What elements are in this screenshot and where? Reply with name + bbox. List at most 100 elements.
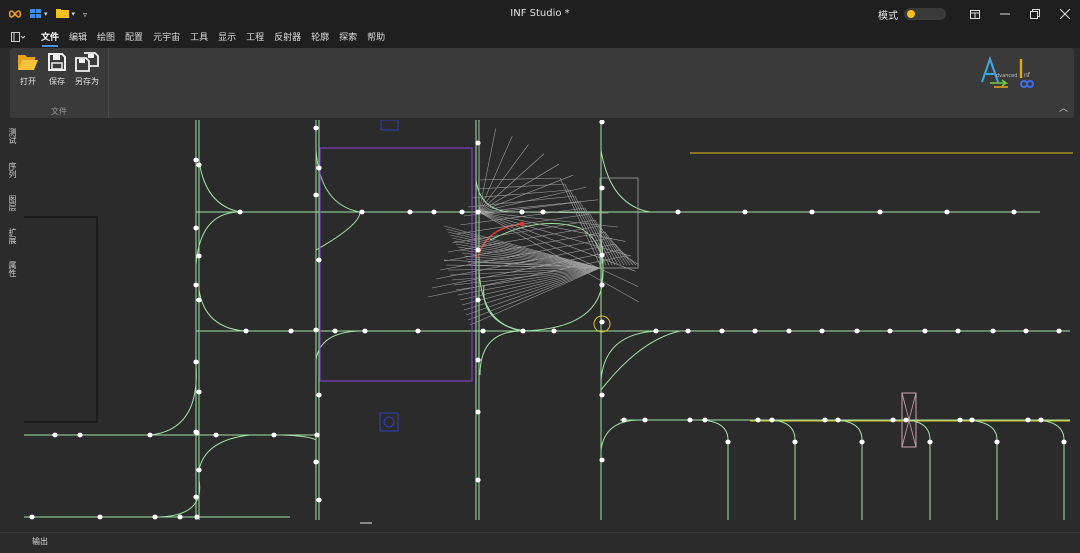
track-node: [621, 417, 627, 423]
track-node: [809, 209, 815, 215]
close-button[interactable]: [1050, 0, 1080, 28]
menu-tools[interactable]: 工具: [185, 28, 213, 48]
drawing-canvas[interactable]: [22, 120, 1080, 532]
track-node: [359, 209, 365, 215]
mode-toggle[interactable]: [904, 8, 946, 20]
open-button[interactable]: 打开: [13, 52, 43, 87]
menu-reflector[interactable]: 反射器: [269, 28, 306, 48]
track-node: [243, 328, 249, 334]
menu-edit[interactable]: 编辑: [64, 28, 92, 48]
menu-config[interactable]: 配置: [120, 28, 148, 48]
track-curve: [483, 223, 604, 332]
track-node: [944, 209, 950, 215]
track-node: [822, 417, 828, 423]
menu-file[interactable]: 文件: [36, 28, 64, 48]
track-node: [271, 432, 277, 438]
track-node: [859, 439, 865, 445]
track-node: [194, 514, 200, 520]
track-layout[interactable]: [22, 120, 1080, 532]
menu-metaverse[interactable]: 元宇宙: [148, 28, 185, 48]
open-button-label: 打开: [20, 77, 36, 86]
track-node: [599, 392, 605, 398]
menu-project[interactable]: 工程: [241, 28, 269, 48]
fan-line: [478, 135, 513, 213]
route-node: [519, 221, 525, 227]
fan-frame: [599, 177, 639, 269]
titlebar-left: ▾ ▾ ▿: [0, 9, 87, 19]
fan-line: [475, 183, 566, 190]
track-node: [1011, 209, 1017, 215]
track-curve: [315, 330, 361, 361]
track-node: [854, 328, 860, 334]
menu-help[interactable]: 帮助: [362, 28, 390, 48]
dropdown-icon[interactable]: ▿: [83, 10, 87, 19]
track-node: [431, 209, 437, 215]
fan-line: [463, 267, 601, 311]
track-node: [316, 257, 322, 263]
track-node: [599, 185, 605, 191]
menu-contour[interactable]: 轮廓: [306, 28, 334, 48]
save-icon: [48, 53, 66, 71]
track-curve: [834, 419, 863, 441]
save-as-button-label: 另存为: [75, 77, 99, 86]
track-curve: [149, 364, 197, 436]
track-node: [599, 282, 605, 288]
fan-line: [459, 267, 601, 301]
menu-explore[interactable]: 探索: [334, 28, 362, 48]
restore-button[interactable]: [1020, 0, 1050, 28]
track-node: [288, 328, 294, 334]
track-curve: [769, 419, 796, 441]
fan-line: [478, 144, 529, 213]
track-node: [313, 125, 319, 131]
menu-display[interactable]: 显示: [213, 28, 241, 48]
track-node: [653, 328, 659, 334]
track-curve: [600, 419, 641, 451]
track-curve: [198, 289, 246, 332]
side-tab-properties[interactable]: 属性: [4, 261, 18, 277]
track-node: [1038, 417, 1044, 423]
save-button[interactable]: 保存: [42, 52, 72, 87]
track-curve: [600, 330, 681, 391]
save-as-button[interactable]: 另存为: [72, 52, 102, 87]
track-node: [752, 328, 758, 334]
track-node: [480, 328, 486, 334]
track-node: [719, 328, 725, 334]
titlebar: ▾ ▾ ▿ INF Studio * 模式: [0, 0, 1080, 28]
side-tab-sequence[interactable]: 序列: [4, 162, 18, 178]
app-menu-icon[interactable]: [0, 31, 36, 45]
track-node: [194, 430, 200, 436]
grid-icon[interactable]: ▾: [30, 9, 48, 19]
collapse-ribbon-icon[interactable]: ︿: [1059, 101, 1068, 114]
track-node: [1061, 439, 1067, 445]
track-node: [927, 439, 933, 445]
track-curve: [195, 211, 241, 266]
mode-label: 模式: [878, 10, 898, 22]
track-node: [313, 459, 319, 465]
infinity-icon[interactable]: [8, 9, 22, 19]
track-node: [835, 417, 841, 423]
track-node: [415, 328, 421, 334]
track-node: [887, 328, 893, 334]
track-node: [877, 209, 883, 215]
track-node: [599, 457, 605, 463]
track-node: [551, 328, 557, 334]
app-logo: dvanced nf: [981, 56, 1034, 88]
track-node: [599, 120, 605, 125]
output-label[interactable]: 输出: [32, 536, 48, 547]
menu-draw[interactable]: 绘图: [92, 28, 120, 48]
minimize-button[interactable]: [990, 0, 1020, 28]
track-node: [755, 417, 761, 423]
side-tab-layers[interactable]: 图层: [4, 195, 18, 211]
chevron-down-icon: ▾: [71, 10, 76, 18]
track-curve: [964, 419, 998, 441]
track-node: [316, 497, 322, 503]
track-node: [475, 357, 481, 363]
side-tab-test[interactable]: 测试: [4, 128, 18, 144]
folder-icon[interactable]: ▾: [55, 9, 76, 19]
layout-icon[interactable]: [960, 0, 990, 28]
save-as-icon: [75, 52, 99, 72]
track-node: [955, 328, 961, 334]
track-node: [193, 157, 199, 163]
menubar: 文件 编辑 绘图 配置 元宇宙 工具 显示 工程 反射器 轮廓 探索 帮助: [0, 28, 1080, 48]
side-tab-extensions[interactable]: 扩展: [4, 228, 18, 244]
